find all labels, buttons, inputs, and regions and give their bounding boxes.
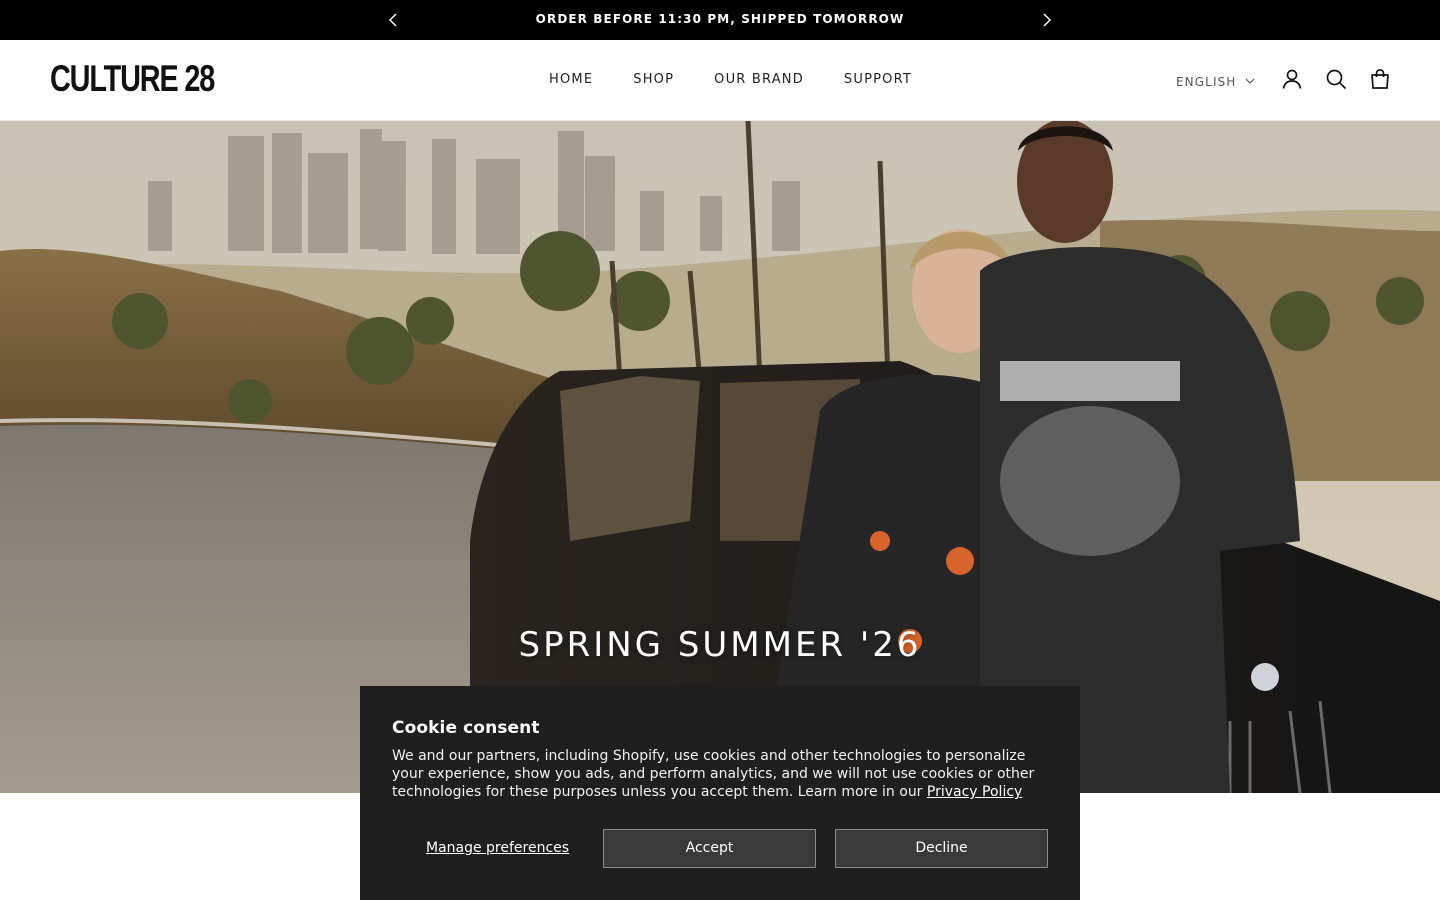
main-navigation: HOME SHOP OUR BRAND SUPPORT	[549, 72, 912, 87]
nav-shop[interactable]: SHOP	[633, 72, 674, 87]
announcement-bar: ORDER BEFORE 11:30 PM, SHIPPED TOMORROW	[0, 0, 1440, 40]
chevron-down-icon	[1244, 72, 1256, 91]
cookie-consent-dialog: Cookie consent We and our partners, incl…	[360, 686, 1080, 900]
language-selector[interactable]: ENGLISH	[1176, 72, 1256, 91]
announcement-message: ORDER BEFORE 11:30 PM, SHIPPED TOMORROW	[535, 12, 905, 26]
nav-our-brand[interactable]: OUR BRAND	[714, 72, 804, 87]
chevron-right-icon[interactable]	[1037, 11, 1055, 29]
hero-title: SPRING SUMMER '26	[518, 625, 922, 665]
cookie-body: We and our partners, including Shopify, …	[392, 747, 1048, 801]
decline-button[interactable]: Decline	[835, 829, 1048, 868]
privacy-policy-link[interactable]: Privacy Policy	[927, 784, 1022, 800]
search-icon[interactable]	[1324, 67, 1348, 91]
cookie-title: Cookie consent	[392, 718, 540, 738]
cart-icon[interactable]	[1368, 67, 1392, 91]
site-header: CULTURE 28 HOME SHOP OUR BRAND SUPPORT E…	[0, 40, 1440, 121]
manage-preferences-link[interactable]: Manage preferences	[392, 829, 603, 868]
nav-home[interactable]: HOME	[549, 72, 593, 87]
nav-support[interactable]: SUPPORT	[844, 72, 912, 87]
brand-logo[interactable]: CULTURE 28	[50, 58, 215, 100]
accept-button[interactable]: Accept	[603, 829, 816, 868]
language-label: ENGLISH	[1176, 74, 1237, 89]
cookie-actions: Manage preferences Accept Decline	[392, 829, 1048, 868]
account-icon[interactable]	[1280, 67, 1304, 91]
